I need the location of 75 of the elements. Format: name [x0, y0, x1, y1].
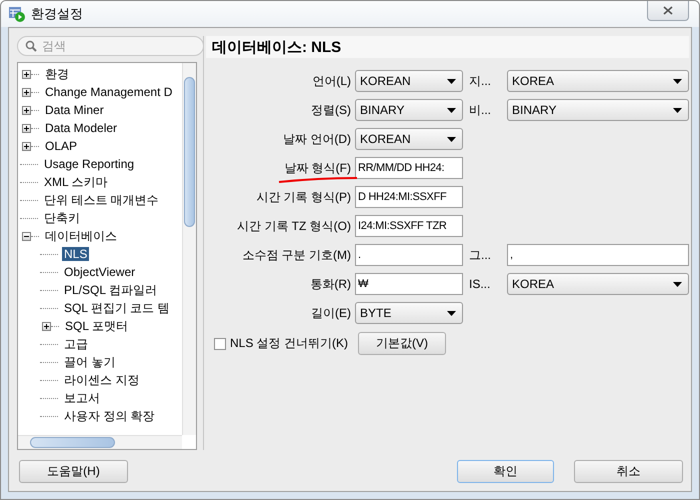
input-field[interactable]: , — [507, 244, 689, 266]
dropdown-caret-icon — [673, 108, 682, 112]
tree-item[interactable]: 환경 — [43, 66, 71, 82]
expand-icon[interactable] — [42, 322, 51, 330]
input-field[interactable]: D HH24:MI:SSXFF — [355, 186, 463, 208]
field-label: 비... — [468, 102, 492, 118]
tree-item[interactable]: Change Management D — [43, 85, 174, 99]
dropdown[interactable]: KOREAN — [355, 70, 463, 92]
window-title: 환경설정 — [31, 5, 83, 23]
tree-item[interactable]: 고급 — [62, 336, 90, 352]
tree-item[interactable]: 보고서 — [62, 390, 102, 406]
dropdown[interactable]: KOREA — [507, 273, 689, 295]
input-field[interactable]: . — [355, 244, 463, 266]
field-label: 날짜 언어(D) — [283, 130, 351, 148]
expand-icon[interactable] — [22, 142, 31, 150]
tree-item[interactable]: ObjectViewer — [62, 265, 138, 279]
dropdown-caret-icon — [447, 310, 456, 316]
tree-item[interactable]: NLS — [62, 247, 90, 261]
dropdown[interactable]: KOREAN — [355, 128, 463, 150]
tree-item[interactable]: PL/SQL 컴파일러 — [62, 282, 159, 298]
tree-item[interactable]: 라이센스 지정 — [62, 372, 142, 388]
input-field[interactable]: ₩ — [355, 273, 463, 295]
field-label: 지... — [468, 72, 492, 90]
checkbox-label: NLS 설정 건너뛰기(K) — [230, 335, 348, 352]
expand-icon[interactable] — [22, 106, 31, 114]
tree-item[interactable]: 사용자 정의 확장 — [62, 408, 157, 424]
defaults-button[interactable]: 기본값(V) — [358, 332, 446, 355]
expand-icon[interactable] — [22, 88, 31, 96]
dropdown-caret-icon — [447, 108, 456, 112]
tree-item[interactable]: 끌어 놓기 — [62, 354, 118, 370]
dropdown[interactable]: BINARY — [507, 99, 689, 121]
tree-item[interactable]: 단위 테스트 매개변수 — [42, 192, 161, 208]
dropdown-caret-icon — [673, 282, 682, 286]
field-label: 그... — [468, 246, 492, 264]
search-field[interactable]: 검색 — [17, 36, 204, 56]
input-field[interactable]: RR/MM/DD HH24: — [355, 157, 463, 179]
tree-item[interactable]: SQL 편집기 코드 템 — [62, 300, 172, 316]
tree-item[interactable]: 데이터베이스 — [43, 228, 119, 244]
tree-item[interactable]: SQL 포맷터 — [63, 318, 130, 334]
input-field[interactable]: I24:MI:SSXFF TZR — [355, 215, 463, 237]
collapse-icon[interactable] — [22, 232, 31, 240]
vertical-scrollbar[interactable] — [182, 63, 196, 435]
dropdown-caret-icon — [447, 136, 456, 142]
field-label: 통화(R) — [310, 276, 351, 292]
tree-item[interactable]: Data Modeler — [43, 121, 120, 135]
help-button[interactable]: 도움말(H) — [19, 460, 128, 483]
close-button[interactable] — [647, 1, 689, 21]
horizontal-scrollbar[interactable] — [18, 435, 182, 449]
checkbox[interactable] — [214, 338, 226, 350]
expand-icon[interactable] — [22, 70, 31, 78]
dropdown[interactable]: KOREA — [507, 70, 689, 92]
expand-icon[interactable] — [22, 124, 31, 132]
tree-item[interactable]: 단축키 — [42, 210, 82, 226]
dropdown-caret-icon — [673, 78, 682, 84]
dropdown[interactable]: BINARY — [355, 99, 463, 121]
tree-item[interactable]: OLAP — [43, 139, 80, 153]
field-label: 언어(L) — [312, 72, 351, 90]
tree-item[interactable]: Usage Reporting — [42, 157, 136, 171]
field-label: IS... — [468, 277, 492, 291]
field-label: 길이(E) — [311, 304, 351, 322]
app-icon — [9, 6, 25, 22]
ok-button[interactable]: 확인 — [457, 460, 554, 483]
tree-item[interactable]: XML 스키마 — [42, 174, 110, 190]
tree-item[interactable]: Data Miner — [43, 103, 106, 117]
cancel-button[interactable]: 취소 — [574, 460, 683, 483]
field-label: 정렬(S) — [311, 102, 351, 118]
panel-title: 데이터베이스: NLS — [206, 36, 689, 58]
field-label: 소수점 구분 기호(M) — [242, 246, 351, 264]
close-icon — [663, 6, 673, 15]
search-icon — [25, 40, 37, 52]
field-label: 시간 기록 TZ 형식(O) — [237, 218, 351, 234]
field-label: 날짜 형식(F) — [284, 160, 351, 176]
field-label: 시간 기록 형식(P) — [256, 188, 351, 206]
dropdown[interactable]: BYTE — [355, 302, 463, 324]
dropdown-caret-icon — [447, 78, 456, 84]
